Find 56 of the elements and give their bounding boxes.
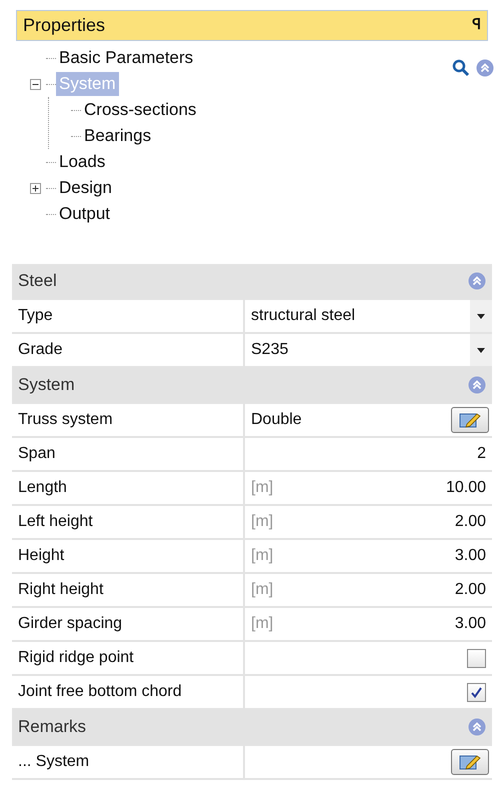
- unit-text: [m]: [250, 546, 274, 566]
- collapse-toggle[interactable]: [30, 78, 40, 90]
- edit-button[interactable]: [451, 749, 489, 775]
- caret-icon: [477, 348, 485, 352]
- collapse-icon[interactable]: [476, 59, 494, 77]
- unit-text: [m]: [250, 614, 274, 634]
- property-label: Truss system: [18, 410, 113, 430]
- property-label: Right height: [18, 580, 104, 600]
- edit-icon: [459, 412, 481, 428]
- dropdown-button[interactable]: [470, 300, 492, 332]
- property-label: Grade: [18, 340, 62, 360]
- tree-item[interactable]: Output: [56, 202, 114, 226]
- section-title: Steel: [18, 270, 57, 292]
- pin-button[interactable]: ꟼ: [472, 14, 481, 37]
- tree-item[interactable]: Loads: [56, 150, 108, 174]
- dropdown-button[interactable]: [470, 334, 492, 366]
- value-text: S235: [250, 340, 288, 360]
- property-label: Joint free bottom chord: [18, 682, 182, 702]
- plus-icon: [32, 184, 38, 192]
- tree-item[interactable]: Design: [56, 176, 115, 200]
- section-title: System: [18, 374, 75, 396]
- property-label: Span: [18, 444, 56, 464]
- value-text: 2.00: [454, 580, 486, 600]
- collapse-icon[interactable]: [468, 272, 486, 290]
- property-label: Left height: [18, 512, 93, 532]
- expand-toggle[interactable]: [30, 182, 40, 194]
- checkbox[interactable]: [467, 648, 486, 668]
- property-label: Rigid ridge point: [18, 648, 134, 668]
- caret-icon: [477, 314, 485, 318]
- property-label: Girder spacing: [18, 614, 122, 634]
- property-label: Height: [18, 546, 64, 566]
- edit-icon: [459, 754, 481, 770]
- property-label: ... System: [18, 752, 90, 772]
- property-label: Type: [18, 306, 53, 326]
- value-text: 3.00: [454, 546, 486, 566]
- checkbox[interactable]: [467, 682, 486, 702]
- search-icon[interactable]: [452, 59, 470, 77]
- panel-title: Properties: [23, 14, 106, 37]
- tree-item[interactable]: Bearings: [81, 124, 154, 148]
- value-text: structural steel: [250, 306, 356, 326]
- checkmark-icon: [470, 686, 483, 698]
- unit-text: [m]: [250, 478, 274, 498]
- unit-text: [m]: [250, 580, 274, 600]
- collapse-icon[interactable]: [468, 718, 486, 736]
- value-text: 3.00: [454, 614, 486, 634]
- tree-item[interactable]: Basic Parameters: [56, 46, 196, 70]
- value-text: 2: [477, 444, 486, 464]
- tree-item[interactable]: Cross-sections: [81, 98, 200, 122]
- value-text: 10.00: [446, 478, 486, 498]
- unit-text: [m]: [250, 512, 274, 532]
- property-label: Length: [18, 478, 67, 498]
- section-title: Remarks: [18, 716, 86, 738]
- value-text: 2.00: [454, 512, 486, 532]
- value-text: Double: [250, 410, 302, 430]
- collapse-icon[interactable]: [468, 376, 486, 394]
- edit-button[interactable]: [451, 407, 489, 433]
